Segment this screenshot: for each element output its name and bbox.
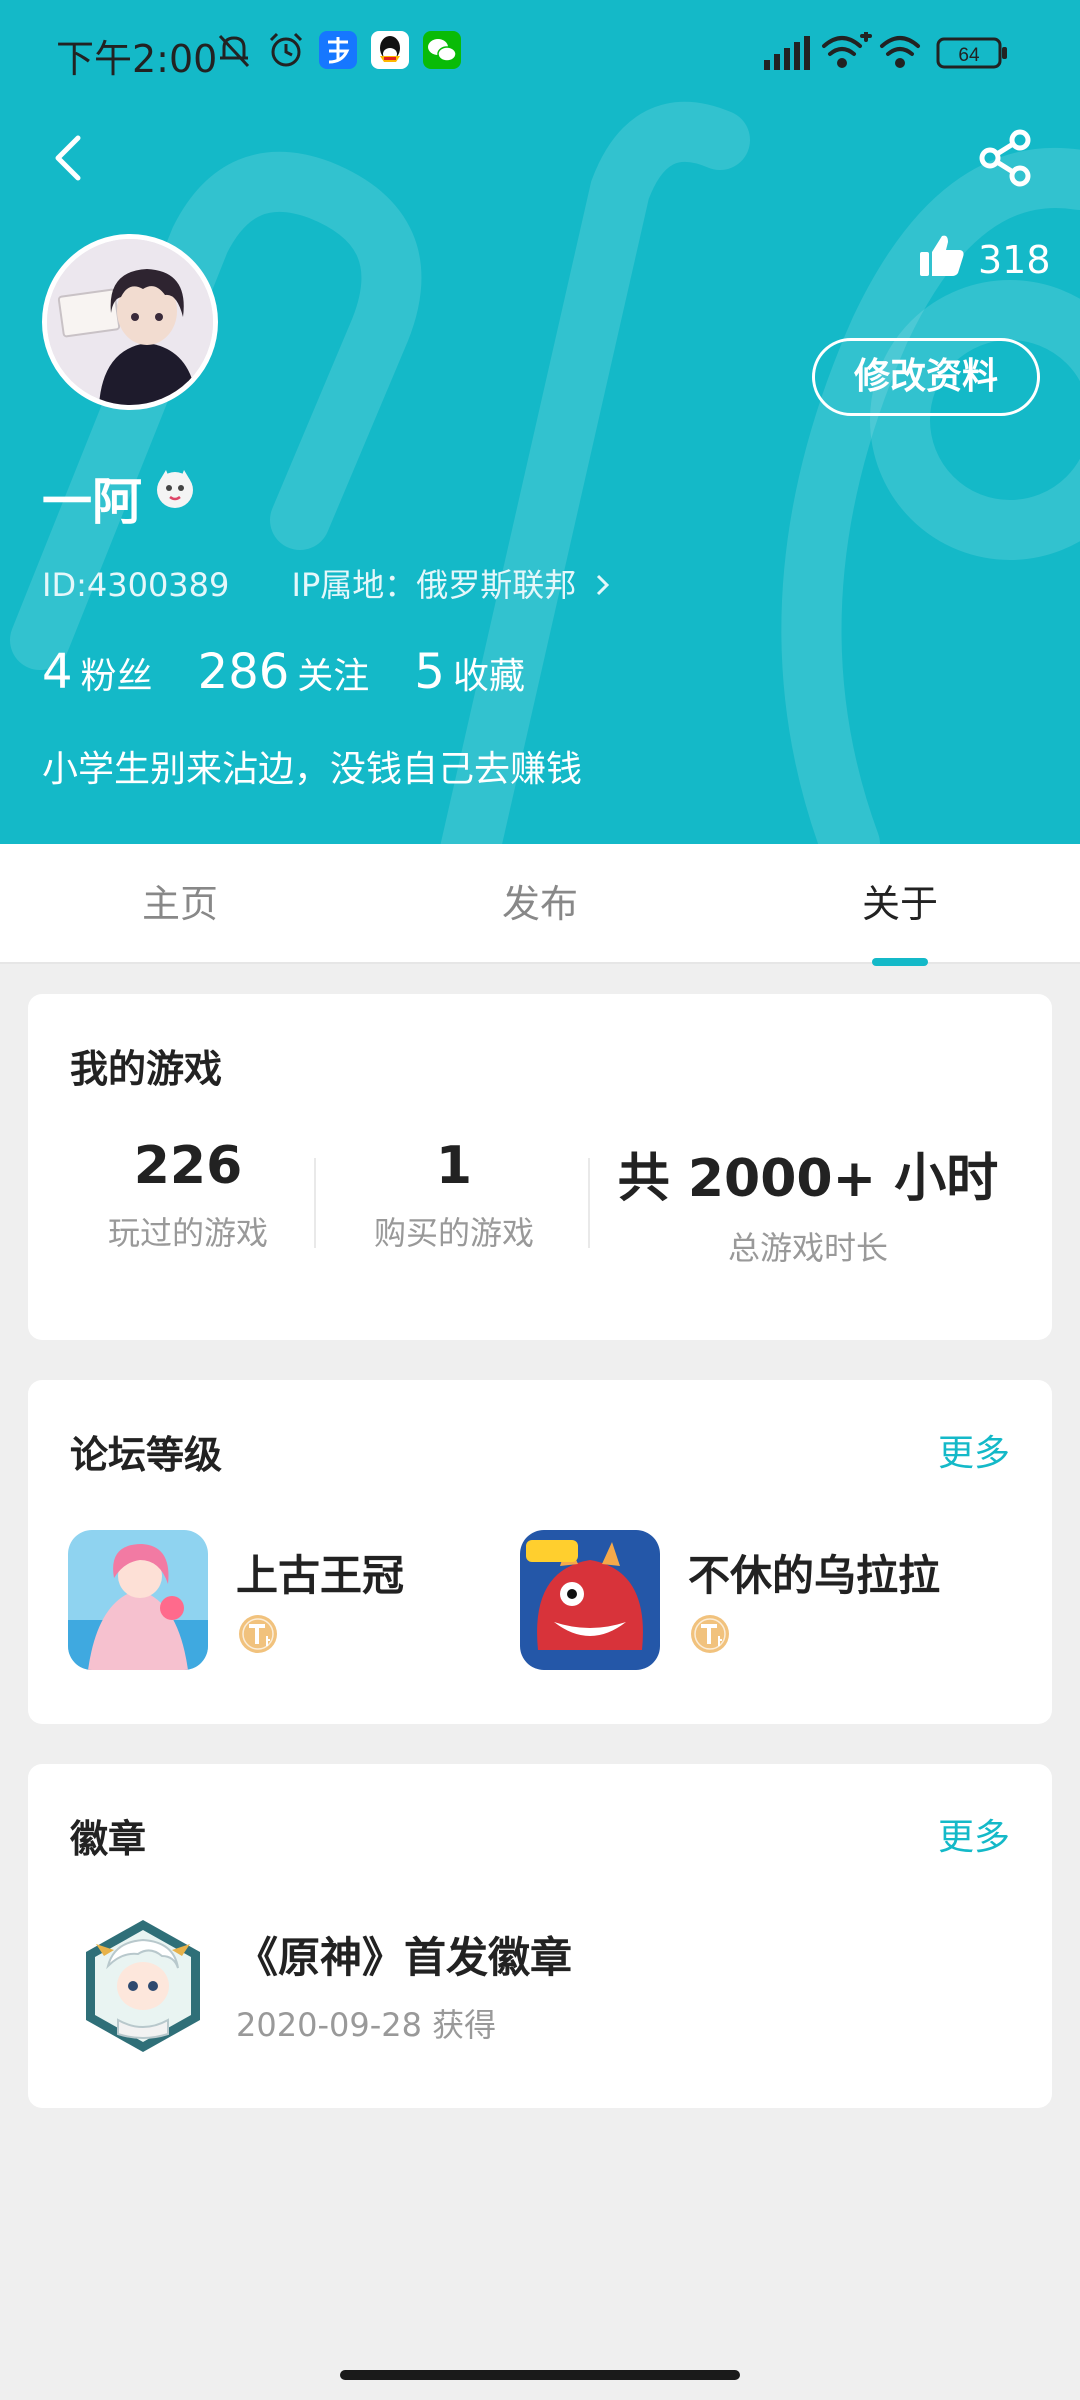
svg-text:64: 64 [958,45,980,66]
wifi-icon-1 [822,32,872,68]
level-badge-t4-icon [691,1615,729,1653]
game-name: 不休的乌拉拉 [688,1551,941,1600]
likes-count: 318 [978,238,1051,282]
play-time-stat[interactable]: 共 2000+ 小时 总游戏时长 [608,1136,1008,1269]
game-name: 上古王冠 [236,1551,405,1600]
medal-date: 2020-09-28 获得 [236,2006,497,2044]
avatar-image [47,239,213,405]
likes-counter[interactable]: 318 [918,232,1051,288]
home-indicator[interactable] [340,2370,740,2380]
mascot-badge-icon [157,470,193,508]
stat-fans[interactable]: 4 粉丝 [42,644,153,700]
ip-location-link[interactable]: IP属地：俄罗斯联邦 [292,566,613,604]
mute-bell-icon [218,34,250,68]
tab-home[interactable]: 主页 [0,844,360,964]
profile-bio: 小学生别来沾边，没钱自己去赚钱 [42,749,583,790]
edit-profile-button[interactable]: 修改资料 [812,338,1040,416]
medal-name: 《原神》首发徽章 [236,1933,573,1982]
alipay-icon [319,31,357,69]
alarm-clock-icon [269,32,303,67]
id-ip-line: ID:4300389 IP属地：俄罗斯联邦 [42,560,612,606]
forum-level-title: 论坛等级 [70,1433,223,1477]
stat-following[interactable]: 286 关注 [198,644,370,700]
signal-icon [764,36,810,70]
status-bar: 下午2:00 64 [0,0,1080,104]
user-id: ID:4300389 [42,566,230,604]
forum-game-item[interactable]: 不休的乌拉拉 [520,1530,960,1670]
status-indicators: 64 [764,32,1007,70]
divider [588,1158,590,1248]
profile-header: 下午2:00 64 318 修改资料 一阿 ID:4300389 IP属地：俄罗… [0,0,1080,844]
share-button[interactable] [974,126,1038,190]
game-icon-shanggu [68,1530,208,1670]
forum-level-more-link[interactable]: 更多 [938,1424,1010,1476]
profile-stats: 4 粉丝 286 关注 5 收藏 [42,644,565,700]
games-played-stat[interactable]: 226 玩过的游戏 [68,1136,308,1254]
games-purchased-stat[interactable]: 1 购买的游戏 [328,1136,580,1254]
tab-posts[interactable]: 发布 [360,844,720,964]
genshin-medal-icon[interactable] [78,1916,208,2056]
username: 一阿 [42,473,142,531]
stat-favorites[interactable]: 5 收藏 [414,644,525,700]
back-button[interactable] [40,128,100,188]
my-games-title: 我的游戏 [70,1047,223,1091]
tab-about[interactable]: 关于 [720,844,1080,964]
chevron-right-icon [597,574,610,596]
badges-card: 徽章 更多 《原神》首发徽章 2020-09-28 获得 [28,1764,1052,2108]
game-stats: 226 玩过的游戏 1 购买的游戏 共 2000+ 小时 总游戏时长 [28,1136,1052,1269]
my-games-card: 我的游戏 226 玩过的游戏 1 购买的游戏 共 2000+ 小时 总游戏时长 [28,994,1052,1340]
avatar[interactable] [42,234,218,410]
divider [314,1158,316,1248]
badges-title: 徽章 [70,1817,147,1861]
ip-location: IP属地：俄罗斯联邦 [291,566,577,604]
qq-icon [371,31,409,69]
status-time: 下午2:00 [56,37,218,81]
profile-tabs: 主页 发布 关于 [0,844,1080,966]
battery-icon: 64 [936,37,1007,69]
game-icon-wulala [520,1530,660,1670]
wechat-icon [423,31,461,69]
level-badge-t4-icon [239,1615,277,1653]
badges-more-link[interactable]: 更多 [938,1808,1010,1860]
brand-watermark [10,101,1080,844]
forum-game-item[interactable]: 上古王冠 [68,1530,508,1670]
wifi-icon-2 [880,36,920,68]
active-tab-indicator [872,958,928,966]
thumbs-up-icon [920,235,964,276]
forum-level-card: 论坛等级 更多 上古王冠 不休的乌拉拉 [28,1380,1052,1724]
